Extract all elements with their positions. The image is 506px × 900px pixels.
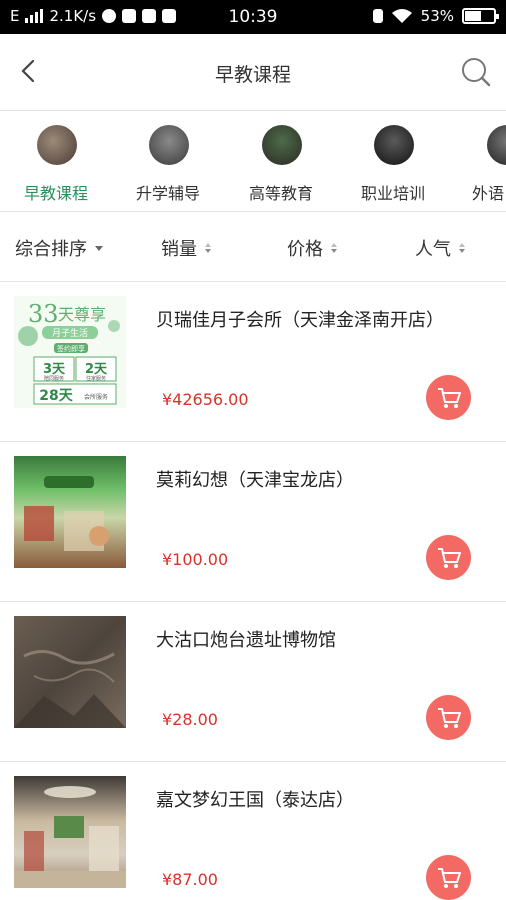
- nav-bar: 早教课程: [0, 34, 506, 111]
- sort-sales[interactable]: 销量: [161, 235, 211, 261]
- category-thumbnail: [262, 125, 302, 165]
- product-image: 33 天尊享 月子生活 签约即享 3天 陪同服务 2天 住家服务 28天 会所服…: [14, 296, 126, 408]
- product-item[interactable]: 大沽口炮台遗址博物馆 ¥28.00: [0, 602, 506, 762]
- category-tutoring[interactable]: 升学辅导: [112, 111, 224, 211]
- vibrate-icon: [372, 9, 383, 23]
- cart-icon: [437, 387, 461, 408]
- product-image: [14, 776, 126, 888]
- cart-icon: [437, 547, 461, 568]
- page-title: 早教课程: [214, 64, 291, 86]
- category-thumbnail: [374, 125, 414, 165]
- svg-text:3天: 3天: [43, 362, 66, 377]
- back-button[interactable]: [14, 56, 44, 86]
- wifi-icon: [391, 9, 412, 23]
- svg-text:33: 33: [28, 300, 59, 328]
- svg-text:住家服务: 住家服务: [86, 375, 106, 382]
- sort-arrows-icon: [459, 243, 465, 253]
- category-strip: 早教课程 升学辅导 高等教育 职业培训 外语: [0, 111, 506, 212]
- category-label: 职业培训: [360, 184, 425, 203]
- cart-icon: [437, 867, 461, 888]
- status-bar: E 2.1K/s 10:39 53%: [0, 0, 506, 34]
- product-name: 莫莉幻想（天津宝龙店）: [156, 470, 354, 491]
- category-thumbnail: [37, 125, 77, 165]
- svg-text:签约即享: 签约即享: [57, 344, 85, 353]
- sort-arrows-icon: [205, 243, 211, 253]
- sort-label: 销量: [161, 239, 197, 260]
- search-button[interactable]: [460, 56, 492, 88]
- category-label: 升学辅导: [135, 184, 200, 203]
- svg-text:会所服务: 会所服务: [84, 393, 108, 401]
- sort-popularity[interactable]: 人气: [415, 235, 465, 261]
- cart-icon: [437, 707, 461, 728]
- category-label: 外语: [472, 184, 505, 203]
- product-price: ¥87.00: [162, 870, 218, 889]
- sort-bar: 综合排序 销量 价格 人气: [0, 212, 506, 282]
- product-item[interactable]: 33 天尊享 月子生活 签约即享 3天 陪同服务 2天 住家服务 28天 会所服…: [0, 282, 506, 442]
- product-item[interactable]: 嘉文梦幻王国（泰达店） ¥87.00: [0, 762, 506, 900]
- category-thumbnail: [149, 125, 189, 165]
- product-price: ¥28.00: [162, 710, 218, 729]
- category-thumbnail: [487, 125, 506, 165]
- category-foreign-language[interactable]: 外语: [450, 111, 506, 211]
- category-vocational[interactable]: 职业培训: [337, 111, 449, 211]
- caret-down-icon: [95, 245, 103, 251]
- product-name: 大沽口炮台遗址博物馆: [156, 630, 336, 651]
- category-label: 早教课程: [23, 184, 88, 203]
- svg-text:2天: 2天: [85, 362, 108, 377]
- category-label: 高等教育: [248, 184, 313, 203]
- svg-text:陪同服务: 陪同服务: [44, 375, 64, 382]
- promo-graphic: 33 天尊享 月子生活 签约即享 3天 陪同服务 2天 住家服务 28天 会所服…: [14, 296, 126, 408]
- sort-price[interactable]: 价格: [287, 235, 337, 261]
- product-item[interactable]: 莫莉幻想（天津宝龙店） ¥100.00: [0, 442, 506, 602]
- product-name: 嘉文梦幻王国（泰达店）: [156, 790, 354, 811]
- add-to-cart-button[interactable]: [426, 375, 471, 420]
- product-image: [14, 616, 126, 728]
- svg-text:28天: 28天: [39, 388, 73, 404]
- product-list: 33 天尊享 月子生活 签约即享 3天 陪同服务 2天 住家服务 28天 会所服…: [0, 282, 506, 900]
- add-to-cart-button[interactable]: [426, 535, 471, 580]
- search-icon: [462, 58, 491, 87]
- product-name: 贝瑞佳月子会所（天津金泽南开店）: [156, 310, 444, 331]
- status-right: 53%: [372, 7, 499, 25]
- battery-percent: 53%: [420, 7, 454, 25]
- add-to-cart-button[interactable]: [426, 695, 471, 740]
- sort-label: 综合排序: [15, 239, 87, 260]
- add-to-cart-button[interactable]: [426, 855, 471, 900]
- battery-icon: [462, 8, 499, 24]
- sort-comprehensive[interactable]: 综合排序: [15, 235, 103, 261]
- product-image: [14, 456, 126, 568]
- product-price: ¥42656.00: [162, 390, 249, 409]
- sort-label: 价格: [287, 239, 323, 260]
- sort-label: 人气: [415, 239, 451, 260]
- sort-arrows-icon: [331, 243, 337, 253]
- svg-text:月子生活: 月子生活: [52, 327, 88, 339]
- chevron-left-icon: [21, 59, 35, 83]
- category-early-education[interactable]: 早教课程: [0, 111, 112, 211]
- product-price: ¥100.00: [162, 550, 229, 569]
- category-higher-education[interactable]: 高等教育: [225, 111, 337, 211]
- svg-text:天尊享: 天尊享: [58, 305, 106, 324]
